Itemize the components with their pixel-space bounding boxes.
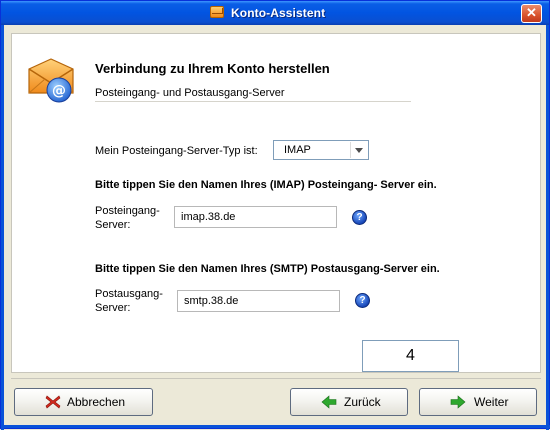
close-button[interactable]: ✕ — [521, 4, 542, 23]
incoming-label-line1: Posteingang- — [95, 205, 160, 217]
window-title: Konto-Assistent — [231, 6, 326, 20]
cancel-button-label: Abbrechen — [67, 395, 126, 409]
arrow-left-icon — [321, 395, 337, 409]
incoming-instruction: Bitte tippen Sie den Namen Ihres (IMAP) … — [95, 179, 437, 191]
server-type-label: Mein Posteingang-Server-Typ ist: — [95, 145, 258, 157]
header-divider — [95, 101, 411, 102]
wizard-window: Konto-Assistent ✕ @ Verbindung zu Ihrem … — [0, 0, 550, 430]
server-type-value: IMAP — [284, 144, 311, 156]
server-type-select[interactable]: IMAP — [273, 140, 369, 160]
incoming-label-line2: Server: — [95, 219, 131, 231]
mail-at-icon: @ — [28, 58, 74, 103]
next-button[interactable]: Weiter — [419, 388, 537, 416]
svg-text:@: @ — [52, 83, 66, 99]
window-frame-right — [546, 25, 549, 430]
page-subtitle: Posteingang- und Postausgang-Server — [95, 87, 285, 99]
back-button[interactable]: Zurück — [290, 388, 408, 416]
chevron-down-icon[interactable] — [350, 142, 367, 158]
next-button-label: Weiter — [474, 395, 509, 409]
page-title: Verbindung zu Ihrem Konto herstellen — [95, 61, 330, 76]
arrow-right-icon — [450, 395, 466, 409]
footer-divider — [11, 378, 541, 379]
cancel-x-icon — [45, 395, 61, 409]
window-frame-left — [1, 25, 4, 430]
outgoing-label-line1: Postausgang- — [95, 288, 163, 300]
window-frame-bottom — [1, 425, 550, 428]
envelope-icon — [210, 6, 224, 18]
content-panel — [11, 33, 541, 373]
help-icon[interactable]: ? — [355, 293, 370, 308]
incoming-server-input[interactable]: imap.38.de — [174, 206, 337, 228]
cancel-button[interactable]: Abbrechen — [14, 388, 153, 416]
title-bar[interactable]: Konto-Assistent ✕ — [1, 1, 549, 25]
help-icon[interactable]: ? — [352, 210, 367, 225]
outgoing-server-input[interactable]: smtp.38.de — [177, 290, 340, 312]
outgoing-label-line2: Server: — [95, 302, 131, 314]
outgoing-instruction: Bitte tippen Sie den Namen Ihres (SMTP) … — [95, 263, 440, 275]
page-number: 4 — [362, 340, 459, 372]
back-button-label: Zurück — [344, 395, 381, 409]
